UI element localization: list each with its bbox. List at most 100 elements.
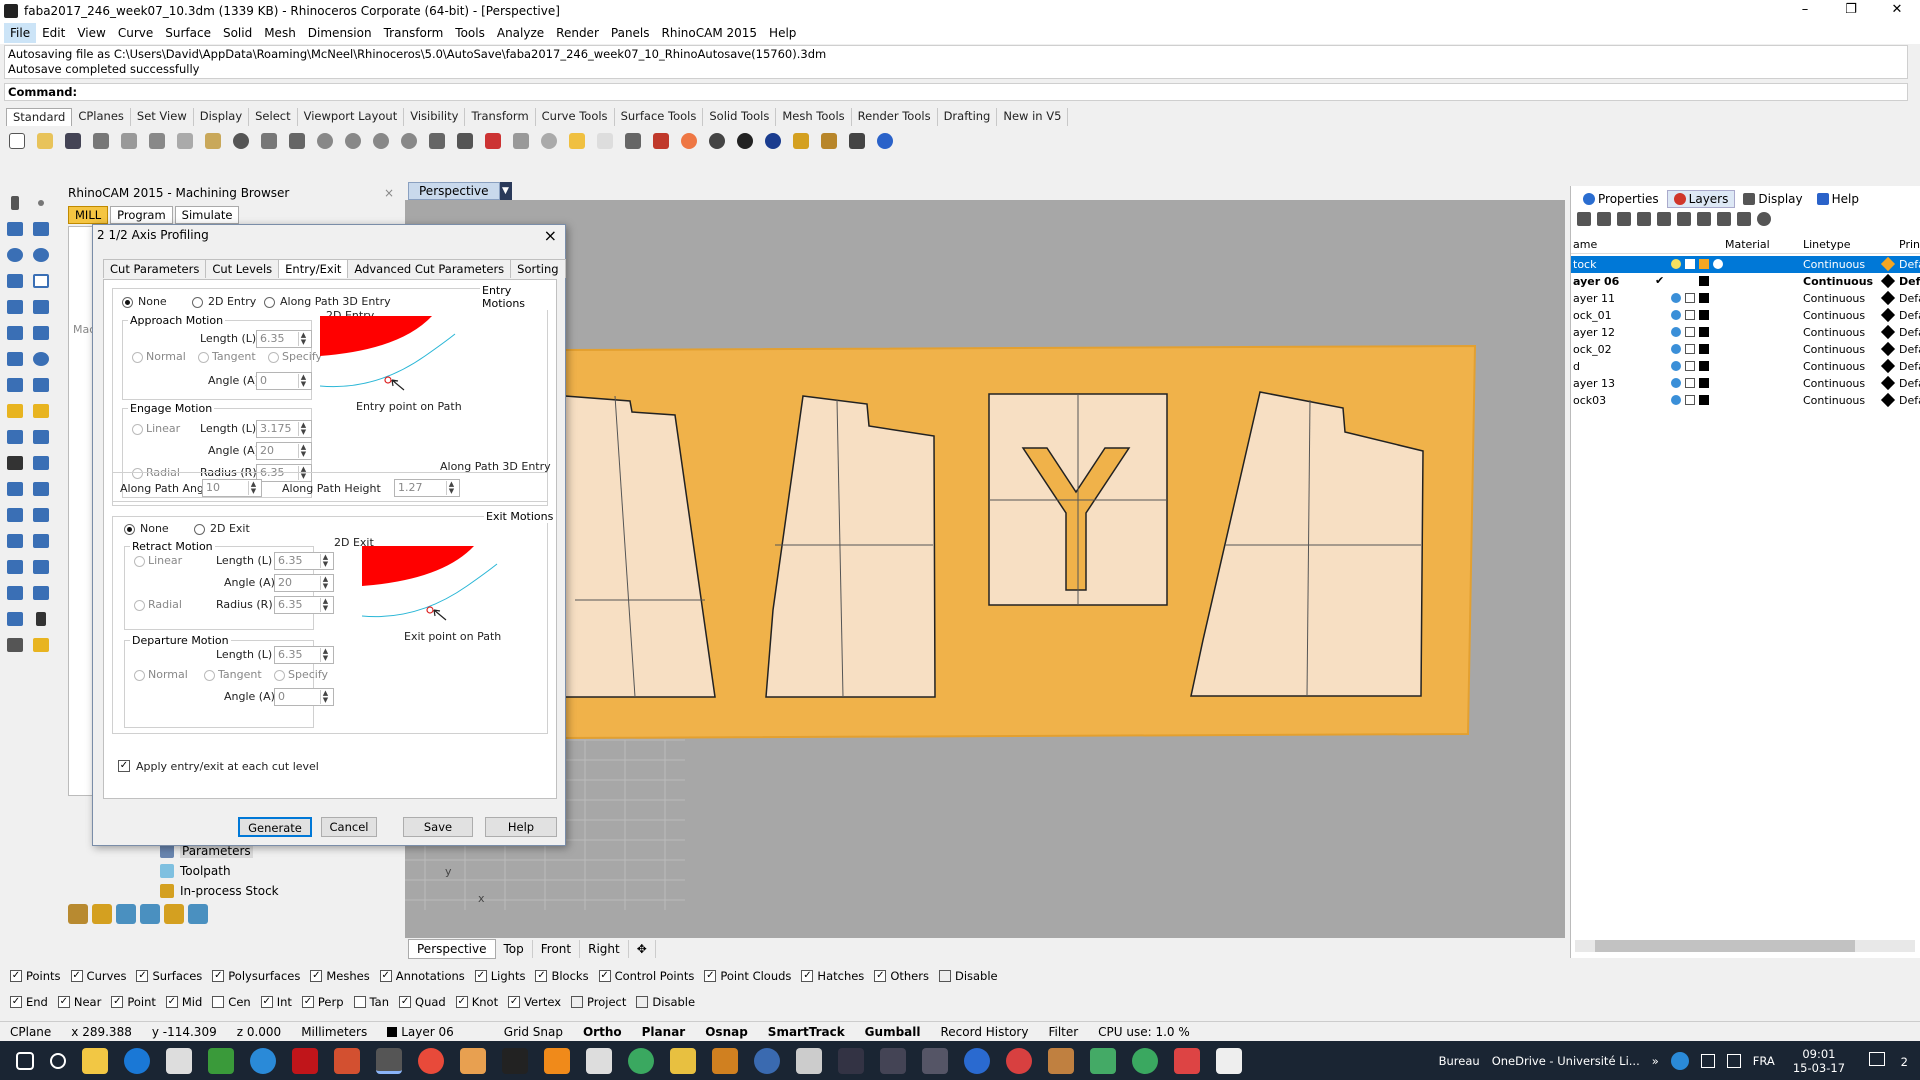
menu-solid[interactable]: Solid [217,23,258,43]
tab-cplanes[interactable]: CPlanes [72,108,131,126]
app-icon[interactable] [670,1047,696,1074]
cplane-label[interactable]: CPlane [0,1025,61,1039]
layer-page-icon[interactable] [1717,212,1731,226]
paste-icon[interactable] [202,130,224,152]
panel-close-icon[interactable]: × [384,186,394,200]
layer-row[interactable]: ayer 12 Continuous Defa [1571,324,1920,341]
approach-angle-input[interactable]: 0 ▲ ▼ [256,372,312,390]
bulb-icon[interactable] [1671,395,1681,405]
photos-icon[interactable] [1216,1047,1242,1074]
chrome-icon[interactable] [418,1047,444,1074]
extend-icon[interactable] [4,426,26,448]
desktop-label[interactable]: Bureau [1439,1054,1480,1068]
layer-help-icon[interactable] [1757,212,1771,226]
osnap-perp[interactable]: ✓ Perp [301,995,344,1009]
app-icon[interactable] [1048,1047,1074,1074]
menu-curve[interactable]: Curve [112,23,159,43]
polyline-icon[interactable] [4,218,26,240]
dialog-close-icon[interactable]: × [544,226,557,245]
approach-normal-radio[interactable] [132,352,143,363]
copy-icon[interactable] [174,130,196,152]
point-icon[interactable] [538,130,560,152]
group-icon[interactable] [30,452,52,474]
tab-cut-parameters[interactable]: Cut Parameters [103,259,207,278]
filter-polysurfaces[interactable]: ✓ Polysurfaces [212,969,300,983]
current-layer[interactable]: Layer 06 [377,1025,464,1039]
engage-length-input[interactable]: 3.175 ▲ ▼ [256,420,312,438]
print-color-swatch[interactable] [1880,290,1896,306]
flag-icon[interactable] [790,130,812,152]
unlock-icon[interactable] [1685,293,1695,303]
undo-icon[interactable] [230,130,252,152]
tools-icon[interactable] [1737,212,1751,226]
select-icon[interactable] [4,192,26,214]
save-icon[interactable] [62,130,84,152]
array-icon[interactable] [4,530,26,552]
tab-simulate[interactable]: Simulate [174,206,240,224]
language-indicator[interactable]: FRA [1753,1054,1775,1068]
perspective-viewport[interactable]: y x [405,200,1565,938]
tab-mesh-tools[interactable]: Mesh Tools [776,108,852,126]
approach-specify-radio[interactable] [268,352,279,363]
tab-viewport-layout[interactable]: Viewport Layout [298,108,405,126]
units-label[interactable]: Millimeters [291,1025,377,1039]
tray-overflow-icon[interactable]: » [1652,1054,1659,1068]
print-color-swatch[interactable] [1880,256,1896,272]
zoom-extents-icon[interactable] [370,130,392,152]
print-icon[interactable] [90,130,112,152]
entry-none-radio[interactable] [122,297,133,308]
cut-icon[interactable] [146,130,168,152]
bulb-icon[interactable] [594,130,616,152]
tab-display[interactable]: Display [194,108,250,126]
solid-edit-icon[interactable] [4,556,26,578]
app-icon[interactable] [208,1047,234,1074]
unlock-icon[interactable] [1685,327,1695,337]
osnap-int[interactable]: ✓ Int [260,995,292,1009]
filter-curves[interactable]: ✓ Curves [70,969,126,983]
departure-length-input[interactable]: 6.35 ▲ ▼ [274,646,334,664]
layer-color-swatch[interactable] [1699,310,1709,320]
approach-length-input[interactable]: 6.35 ▲ ▼ [256,330,312,348]
app-icon[interactable] [1132,1047,1158,1074]
machine-icon[interactable] [68,904,88,924]
print-color-swatch[interactable] [1880,375,1896,391]
ortho-toggle[interactable]: Ortho [573,1025,632,1039]
save-button[interactable]: Save [403,817,473,837]
boolean-icon[interactable] [4,452,26,474]
cylinder-icon[interactable] [4,374,26,396]
tab-set-view[interactable]: Set View [131,108,194,126]
command-input[interactable]: Command: [4,83,1908,101]
exit-2d-radio[interactable] [194,524,205,535]
layer-row[interactable]: ock_01 Continuous Defa [1571,307,1920,324]
print-color-swatch[interactable] [1880,307,1896,323]
layer-color-swatch[interactable] [1699,344,1709,354]
app-icon[interactable] [712,1047,738,1074]
help-tray-icon[interactable] [1670,1051,1689,1070]
app-icon[interactable] [838,1047,864,1074]
filter-point-clouds[interactable]: ✓ Point Clouds [704,969,791,983]
app-icon[interactable] [502,1047,528,1074]
app-icon[interactable] [964,1047,990,1074]
vlc-icon[interactable] [544,1047,570,1074]
tab-advanced-cut-parameters[interactable]: Advanced Cut Parameters [347,259,512,278]
surface-icon[interactable] [4,322,26,344]
spark-icon[interactable] [30,400,52,422]
tab-new-in-v5[interactable]: New in V5 [997,108,1069,126]
tab-curve-tools[interactable]: Curve Tools [536,108,615,126]
stock-icon[interactable] [140,904,160,924]
acrobat-icon[interactable] [292,1047,318,1074]
menu-rhinocam[interactable]: RhinoCAM 2015 [656,23,764,43]
osnap-tan[interactable]: Tan [353,995,389,1009]
post-icon[interactable] [188,904,208,924]
tab-front[interactable]: Front [533,940,581,958]
move-up-icon[interactable] [1637,212,1651,226]
osnap-near[interactable]: ✓ Near [57,995,101,1009]
move-view-icon[interactable] [286,130,308,152]
new-icon[interactable] [6,130,28,152]
tab-top[interactable]: Top [496,940,533,958]
departure-tangent-radio[interactable] [204,670,215,681]
minimize-button[interactable]: – [1782,0,1828,22]
record-history-toggle[interactable]: Record History [930,1025,1038,1039]
bulb-icon[interactable] [1671,310,1681,320]
help-button[interactable]: Help [485,817,557,837]
